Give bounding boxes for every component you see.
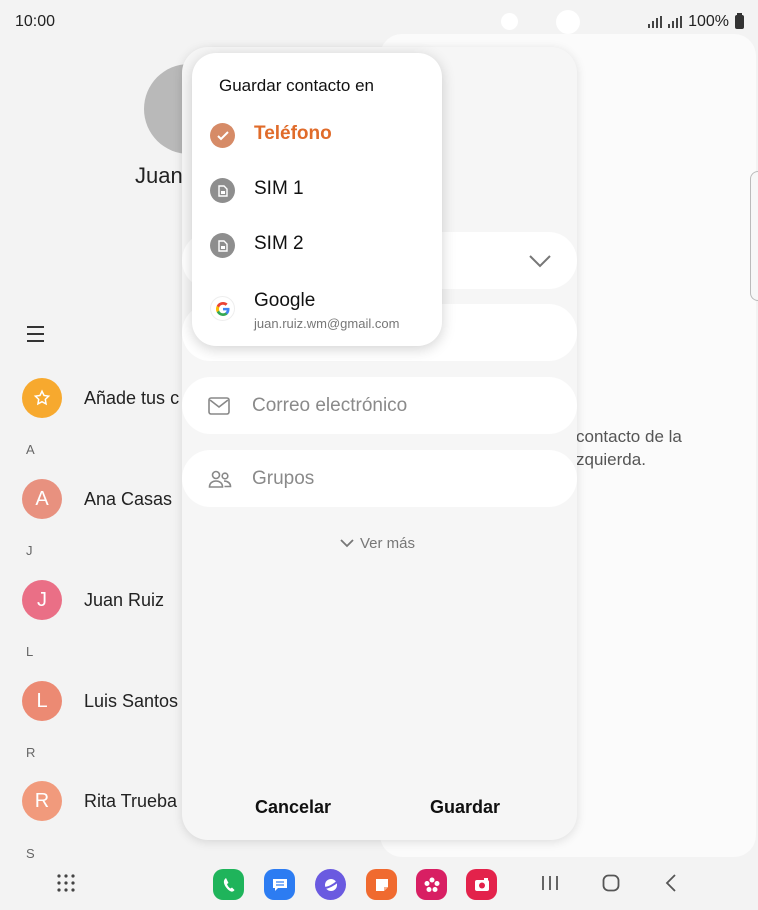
status-time: 10:00 — [15, 13, 56, 30]
sim-card-icon — [210, 178, 235, 203]
groups-icon — [208, 470, 232, 488]
home-icon[interactable] — [602, 874, 620, 892]
sim-card-icon — [210, 233, 235, 258]
avatar: J — [22, 580, 62, 620]
navigation-bar — [0, 864, 758, 910]
popup-title: Guardar contacto en — [219, 76, 374, 95]
favorites-row[interactable]: Añade tus c — [22, 378, 179, 418]
camera-app-icon[interactable] — [466, 869, 497, 900]
option-label: SIM 2 — [254, 233, 304, 254]
option-sim2[interactable]: SIM 2 — [210, 233, 304, 258]
option-label: Google — [254, 290, 316, 311]
signal-icon — [668, 16, 683, 28]
section-header: J — [26, 543, 33, 558]
gallery-app-icon[interactable] — [416, 869, 447, 900]
avatar: L — [22, 681, 62, 721]
status-indicators: 100% — [648, 13, 744, 31]
empty-detail-message: contacto de la zquierda. — [576, 427, 682, 469]
save-location-popup: Guardar contacto en Teléfono SIM 1 SIM 2 — [192, 53, 442, 346]
chevron-down-icon — [529, 254, 551, 267]
section-header: S — [26, 846, 35, 861]
messages-app-icon[interactable] — [264, 869, 295, 900]
avatar: R — [22, 781, 62, 821]
camera-dot-icon — [501, 13, 518, 30]
option-label: SIM 1 — [254, 178, 304, 199]
section-header: L — [26, 644, 34, 659]
list-item[interactable]: R Rita Trueba — [22, 781, 177, 821]
save-button[interactable]: Guardar — [430, 797, 500, 818]
back-icon[interactable] — [664, 874, 678, 892]
option-google[interactable]: Google juan.ruiz.wm@gmail.com — [210, 290, 399, 331]
battery-icon — [735, 13, 744, 29]
edge-panel-handle[interactable] — [750, 171, 758, 301]
recent-apps-icon[interactable] — [541, 874, 559, 892]
option-sim1[interactable]: SIM 1 — [210, 178, 304, 203]
contact-name-title: Juan — [135, 163, 183, 188]
internet-app-icon[interactable] — [315, 869, 346, 900]
mail-icon — [208, 396, 230, 415]
section-header: A — [26, 442, 35, 457]
see-more-label: Ver más — [360, 535, 416, 552]
groups-label: Grupos — [252, 467, 315, 489]
phone-storage-icon — [210, 123, 235, 148]
signal-icon — [648, 16, 663, 28]
list-item[interactable]: J Juan Ruiz — [22, 580, 164, 620]
contact-name: Juan Ruiz — [84, 589, 165, 610]
email-field[interactable]: Correo electrónico — [182, 377, 577, 434]
list-item[interactable]: L Luis Santos — [22, 681, 178, 721]
battery-percent: 100% — [688, 13, 729, 30]
chevron-down-icon — [340, 539, 354, 548]
star-icon — [22, 378, 62, 418]
contact-name: Luis Santos — [84, 690, 179, 711]
menu-icon[interactable] — [27, 326, 44, 342]
notes-app-icon[interactable] — [366, 869, 397, 900]
apps-grid-icon[interactable] — [57, 874, 75, 892]
avatar: A — [22, 479, 62, 519]
contact-name: Rita Trueba — [84, 790, 178, 811]
contact-name: Ana Casas — [84, 488, 173, 509]
google-icon — [210, 296, 235, 321]
option-label: Teléfono — [254, 123, 332, 144]
camera-lens-icon — [556, 10, 580, 34]
google-account-email: juan.ruiz.wm@gmail.com — [254, 316, 400, 331]
email-placeholder: Correo electrónico — [252, 394, 408, 416]
option-telefono[interactable]: Teléfono — [210, 123, 332, 148]
see-more-link[interactable]: Ver más — [340, 535, 415, 552]
phone-app-icon[interactable] — [213, 869, 244, 900]
section-header: R — [26, 745, 36, 760]
groups-field[interactable]: Grupos — [182, 450, 577, 507]
list-item[interactable]: A Ana Casas — [22, 479, 172, 519]
cancel-button[interactable]: Cancelar — [255, 797, 331, 818]
favorites-label: Añade tus c — [84, 387, 180, 408]
